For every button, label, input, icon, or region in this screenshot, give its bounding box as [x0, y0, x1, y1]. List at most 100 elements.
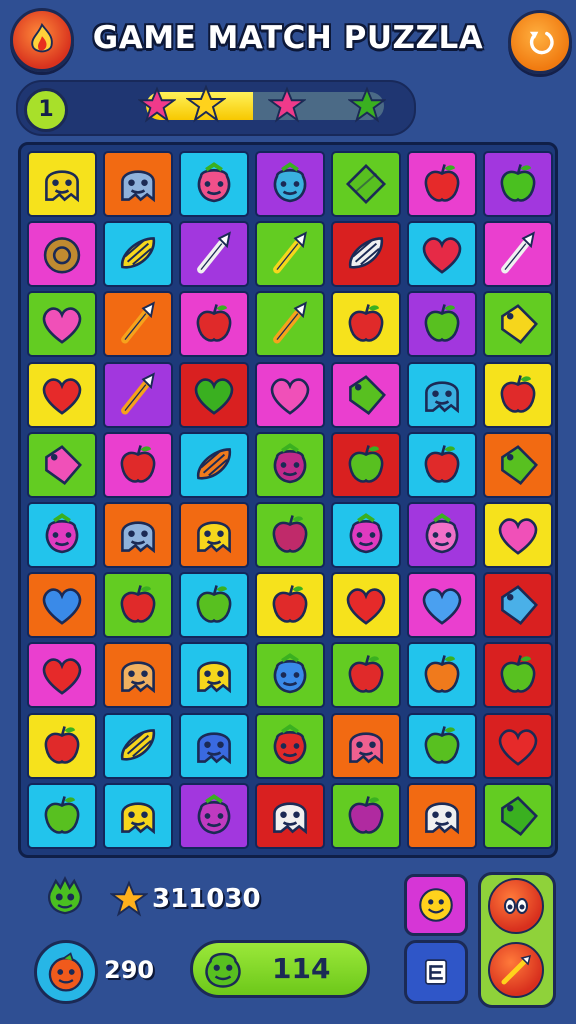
tile-tag[interactable]	[483, 431, 553, 498]
heart-icon	[346, 588, 386, 625]
tile-brush[interactable]	[179, 221, 249, 288]
tile-pepper[interactable]	[103, 221, 173, 288]
berry-icon	[273, 653, 307, 694]
tile-berry[interactable]	[255, 431, 325, 498]
tile-berry[interactable]	[331, 502, 401, 568]
score-value: 311030	[152, 884, 261, 914]
tile-ghost[interactable]	[179, 502, 249, 568]
tile-pepper[interactable]	[331, 221, 401, 288]
tile-orange[interactable]	[27, 221, 97, 288]
tile-apple[interactable]	[179, 572, 249, 639]
tile-ghost[interactable]	[27, 151, 97, 217]
tile-tag[interactable]	[483, 291, 553, 358]
tile-berry[interactable]	[407, 502, 477, 568]
tile-apple[interactable]	[407, 431, 477, 498]
tile-apple[interactable]	[27, 712, 97, 779]
tile-heart[interactable]	[255, 361, 325, 428]
moves-button[interactable]	[34, 940, 98, 1004]
tile-ghost[interactable]	[103, 502, 173, 568]
tile-apple[interactable]	[483, 642, 553, 709]
tile-heart[interactable]	[407, 572, 477, 639]
tile-tag[interactable]	[483, 572, 553, 639]
tile-berry[interactable]	[255, 712, 325, 779]
tile-apple[interactable]	[483, 361, 553, 428]
tile-apple[interactable]	[331, 782, 401, 849]
menu-button[interactable]	[404, 940, 468, 1004]
tile-pepper[interactable]	[179, 431, 249, 498]
heart-icon	[42, 588, 82, 625]
tile-heart[interactable]	[179, 361, 249, 428]
tile-brush[interactable]	[483, 221, 553, 288]
tile-heart[interactable]	[407, 221, 477, 288]
tile-heart[interactable]	[483, 502, 553, 568]
berry-icon	[45, 513, 79, 554]
tile-tag[interactable]	[27, 431, 97, 498]
heart-icon	[498, 518, 538, 555]
tile-leaf[interactable]	[331, 151, 401, 217]
tile-tag[interactable]	[483, 782, 553, 849]
tile-ghost[interactable]	[407, 782, 477, 849]
tile-ghost[interactable]	[103, 151, 173, 217]
tile-apple[interactable]	[407, 291, 477, 358]
apple-icon	[424, 725, 460, 764]
tile-brush[interactable]	[103, 291, 173, 358]
tile-brush[interactable]	[255, 221, 325, 288]
tile-apple[interactable]	[331, 642, 401, 709]
tile-apple[interactable]	[331, 291, 401, 358]
tile-heart[interactable]	[27, 291, 97, 358]
powerup-rocket-button[interactable]	[488, 942, 544, 998]
tile-apple[interactable]	[27, 782, 97, 849]
tile-apple[interactable]	[407, 712, 477, 779]
apple-icon	[424, 164, 460, 202]
apple-icon	[44, 795, 80, 834]
berry-icon	[425, 513, 459, 554]
tile-berry[interactable]	[27, 502, 97, 568]
ghost-icon	[273, 802, 307, 835]
tile-heart[interactable]	[27, 642, 97, 709]
apple-icon	[500, 374, 536, 413]
tile-apple[interactable]	[103, 431, 173, 498]
logo-button[interactable]	[10, 8, 74, 72]
tile-heart[interactable]	[331, 572, 401, 639]
berry-icon	[197, 793, 231, 835]
boost-button[interactable]	[404, 874, 468, 936]
tile-apple[interactable]	[407, 151, 477, 217]
tile-berry[interactable]	[255, 151, 325, 217]
rocket-icon	[501, 954, 532, 985]
tile-heart[interactable]	[483, 712, 553, 779]
tile-ghost[interactable]	[255, 782, 325, 849]
tile-apple[interactable]	[255, 502, 325, 568]
tile-apple[interactable]	[483, 151, 553, 217]
tile-ghost[interactable]	[407, 361, 477, 428]
powerup-monster-button[interactable]	[488, 878, 544, 934]
tile-pepper[interactable]	[103, 712, 173, 779]
tile-berry[interactable]	[179, 151, 249, 217]
tile-brush[interactable]	[103, 361, 173, 428]
back-arrow-icon	[529, 31, 554, 55]
tile-heart[interactable]	[27, 572, 97, 639]
tile-apple[interactable]	[331, 431, 401, 498]
green-blob-icon	[205, 952, 241, 988]
pepper-icon	[349, 237, 383, 269]
tile-apple[interactable]	[103, 572, 173, 639]
ghost-icon	[349, 731, 383, 764]
tile-apple[interactable]	[407, 642, 477, 709]
heart-icon	[42, 377, 82, 415]
tile-ghost[interactable]	[179, 712, 249, 779]
tile-heart[interactable]	[27, 361, 97, 428]
tile-apple[interactable]	[179, 291, 249, 358]
tile-ghost[interactable]	[103, 782, 173, 849]
tile-brush[interactable]	[255, 291, 325, 358]
tile-ghost[interactable]	[179, 642, 249, 709]
brush-icon	[273, 301, 307, 344]
tile-berry[interactable]	[255, 642, 325, 709]
tile-apple[interactable]	[255, 572, 325, 639]
back-button[interactable]	[508, 10, 572, 74]
tile-ghost[interactable]	[103, 642, 173, 709]
tile-berry[interactable]	[179, 782, 249, 849]
heart-icon	[498, 728, 538, 766]
tile-ghost[interactable]	[331, 712, 401, 779]
tile-tag[interactable]	[331, 361, 401, 428]
heart-icon	[42, 658, 82, 696]
ghost-icon	[121, 802, 155, 835]
